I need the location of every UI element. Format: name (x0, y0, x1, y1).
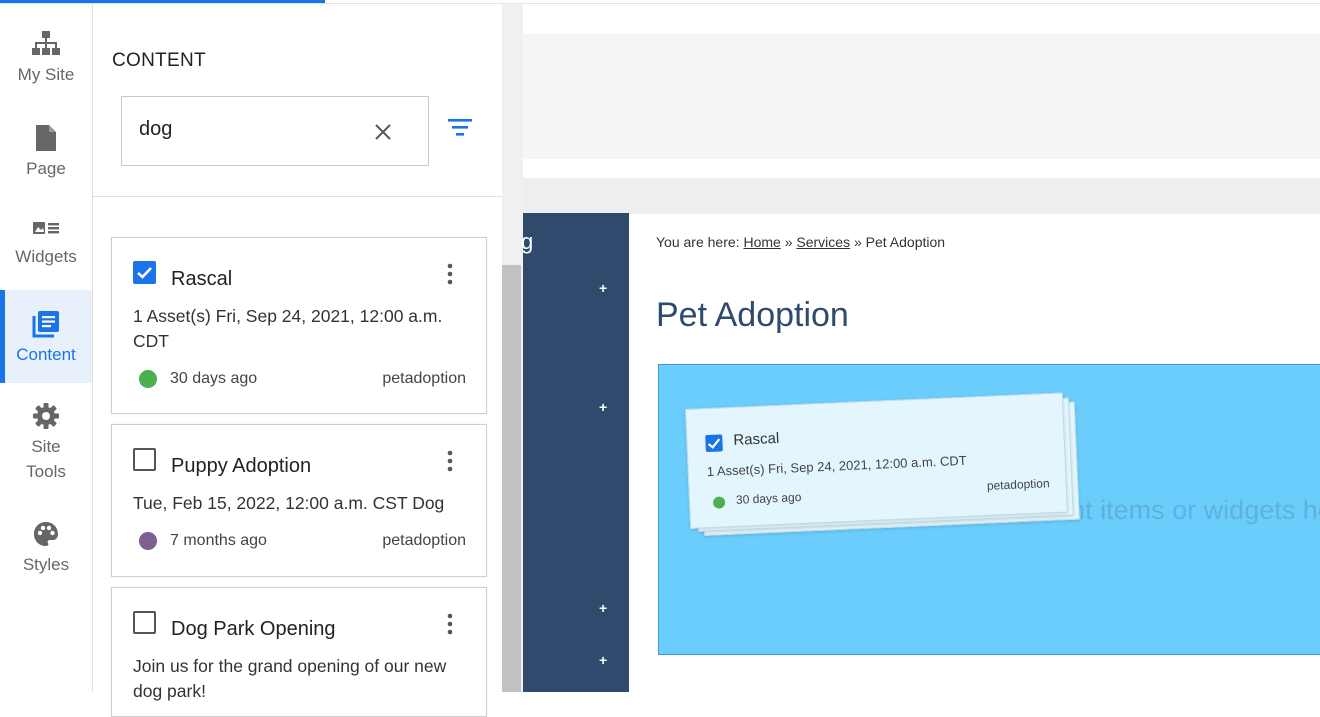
rail-item-styles[interactable]: Styles (0, 520, 92, 577)
breadcrumb-services-link[interactable]: Services (796, 234, 850, 250)
checkmark-icon (707, 438, 721, 449)
card-description: Join us for the grand opening of our new… (133, 656, 447, 701)
card-title: Rascal (171, 268, 233, 290)
content-card-dog-park-opening[interactable]: Dog Park Opening Join us for the grand o… (111, 587, 487, 717)
rail-label-site: Site (31, 437, 61, 456)
widgets-icon (33, 222, 59, 234)
content-icon (32, 311, 59, 338)
status-dot-published (139, 370, 157, 388)
preview-header-band (523, 34, 1320, 159)
clear-search-icon[interactable] (372, 121, 394, 143)
gear-icon (33, 403, 59, 429)
preview-side-nav: g + + + + (521, 213, 629, 692)
ghost-site: petadoption (986, 476, 1050, 493)
status-dot-expired (139, 532, 157, 550)
card-site: petadoption (382, 370, 466, 387)
card-title: Puppy Adoption (171, 455, 312, 477)
card-description: 1 Asset(s) Fri, Sep 24, 2021, 12:00 a.m.… (133, 306, 443, 351)
card-checkbox-checked[interactable] (133, 261, 156, 284)
nav-text-fragment: g (521, 229, 534, 254)
rail-label-content: Content (16, 345, 76, 364)
rail-label-my-site: My Site (17, 65, 75, 84)
card-modified: 30 days ago (170, 370, 258, 387)
rail-item-site-tools[interactable]: Site Tools (0, 402, 92, 484)
sitemap-icon (32, 31, 60, 55)
content-card-puppy-adoption[interactable]: Puppy Adoption Tue, Feb 15, 2022, 12:00 … (111, 424, 487, 577)
preview-page-title: Pet Adoption (656, 296, 849, 334)
drag-ghost-card[interactable]: Rascal 1 Asset(s) Fri, Sep 24, 2021, 12:… (685, 392, 1068, 529)
breadcrumb-prefix: You are here: (656, 234, 740, 250)
panel-divider (93, 196, 502, 197)
side-rail: My Site Page Widgets Content Site Tools … (0, 4, 93, 692)
breadcrumb-current: Pet Adoption (865, 234, 946, 250)
card-site: petadoption (382, 532, 466, 549)
rail-item-my-site[interactable]: My Site (0, 30, 92, 87)
card-description: Tue, Feb 15, 2022, 12:00 a.m. CST Dog (133, 493, 445, 513)
nav-expand-button[interactable]: + (599, 652, 607, 668)
card-modified: 7 months ago (170, 532, 267, 549)
more-options-icon[interactable] (440, 449, 460, 473)
preview-subheader-band (523, 178, 1320, 214)
card-title: Dog Park Opening (171, 618, 336, 640)
palette-icon (34, 522, 58, 546)
nav-expand-button[interactable]: + (599, 399, 607, 415)
more-options-icon[interactable] (440, 612, 460, 636)
checkmark-icon (137, 267, 152, 279)
breadcrumb-separator: » (853, 234, 862, 250)
page-preview: g + + + + You are here: Home » Services … (521, 4, 1320, 692)
rail-item-page[interactable]: Page (0, 124, 92, 181)
ghost-modified: 30 days ago (735, 490, 802, 507)
content-card-rascal[interactable]: Rascal 1 Asset(s) Fri, Sep 24, 2021, 12:… (111, 237, 487, 414)
card-checkbox[interactable] (133, 448, 156, 471)
nav-expand-button[interactable]: + (599, 600, 607, 616)
panel-title: CONTENT (112, 50, 206, 71)
rail-label-widgets: Widgets (15, 247, 77, 266)
page-icon (36, 125, 56, 151)
ghost-title: Rascal (733, 429, 780, 449)
nav-expand-button[interactable]: + (599, 280, 607, 296)
ghost-description: 1 Asset(s) Fri, Sep 24, 2021, 12:00 a.m.… (706, 452, 967, 480)
filter-icon[interactable] (446, 116, 474, 138)
breadcrumb: You are here: Home » Services » Pet Adop… (656, 234, 945, 250)
rail-label-tools: Tools (26, 462, 66, 481)
breadcrumb-home-link[interactable]: Home (743, 234, 780, 250)
content-panel: CONTENT Rascal 1 Asset(s) Fri, Sep 24, 2… (93, 4, 502, 717)
rail-item-content[interactable]: Content (0, 290, 92, 383)
rail-label-styles: Styles (22, 555, 70, 574)
search-input[interactable] (139, 118, 359, 141)
rail-item-widgets[interactable]: Widgets (0, 218, 92, 269)
search-box (121, 96, 429, 166)
ghost-status-dot (712, 496, 726, 509)
rail-label-page: Page (26, 159, 66, 178)
panel-scrollbar-thumb[interactable] (502, 265, 521, 692)
more-options-icon[interactable] (440, 262, 460, 286)
loading-progress-bar (0, 0, 325, 3)
card-checkbox[interactable] (133, 611, 156, 634)
breadcrumb-separator: » (784, 234, 793, 250)
ghost-checkbox-checked (705, 434, 723, 453)
